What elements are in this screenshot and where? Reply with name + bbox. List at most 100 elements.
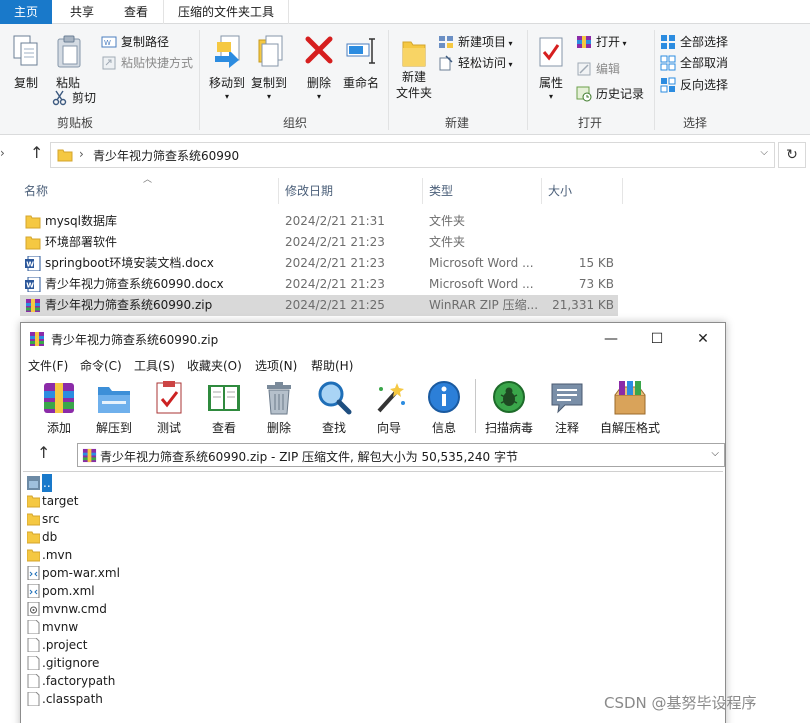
file-name: mysql数据库 [45,214,117,228]
forward-arrow-icon[interactable]: › [0,146,5,160]
file-name: springboot环境安装文档.docx [45,256,214,270]
file-row[interactable]: Wspringboot环境安装文档.docx 2024/2/21 21:23 Mic… [20,253,618,274]
parent-folder-icon [27,476,40,490]
copy-icon [13,35,38,66]
winrar-titlebar[interactable]: 青少年视力筛查系统60990.zip — ☐ ✕ [21,323,725,355]
address-input[interactable]: › 青少年视力筛查系统60990 ⌵ [50,142,775,168]
new-folder-label-1: 新建 [401,70,426,84]
winrar-path-bar: ↑ 青少年视力筛查系统60990.zip - ZIP 压缩文件, 解包大小为 5… [21,441,725,469]
close-button[interactable]: ✕ [681,323,725,355]
file-icon [27,692,40,706]
column-header-name[interactable]: 名称 [24,180,48,202]
file-date: 2024/2/21 21:23 [285,235,385,249]
archive-entry-name: pom.xml [42,584,95,598]
trash-icon [267,382,291,415]
archive-entry-name: .classpath [42,692,103,706]
xml-file-icon [27,566,40,580]
column-header-size[interactable]: 大小 [548,180,572,202]
archive-entry-name: .mvn [42,548,73,562]
column-divider[interactable] [278,178,279,204]
tool-view-label: 查看 [211,421,236,435]
extract-to-icon [98,387,130,413]
word-doc-icon: W [25,277,41,292]
select-all-button[interactable]: 全部选择 [660,32,728,52]
path-dropdown-icon[interactable]: ⌵ [711,448,719,459]
archive-entry-name: db [42,530,58,544]
minimize-icon: — [604,331,618,347]
tab-share[interactable]: 共享 [54,0,110,24]
history-button[interactable]: 历史记录 [576,84,644,104]
invert-selection-button[interactable]: 反向选择 [660,75,728,95]
file-row[interactable]: 青少年视力筛查系统60990.zip 2024/2/21 21:25 WinRAR … [20,295,618,316]
archive-entry-name: mvnw [42,620,79,634]
tab-view[interactable]: 查看 [110,0,162,24]
column-header-type[interactable]: 类型 [429,180,453,202]
up-arrow-icon[interactable]: ↑ [30,143,43,162]
easy-access-icon [439,55,453,71]
minimize-button[interactable]: — [589,323,633,355]
menu-options[interactable]: 选项(N) [255,357,297,374]
menu-commands[interactable]: 命令(C) [80,357,122,374]
column-divider[interactable] [422,178,423,204]
copy-to-button[interactable]: 复制到 ▾ [248,32,290,106]
refresh-button[interactable]: ↻ [778,142,806,168]
rename-label: 重命名 [342,76,379,90]
address-dropdown-icon[interactable]: ⌵ [760,147,768,158]
properties-check-icon [539,37,563,67]
column-header-date[interactable]: 修改日期 [285,180,333,202]
archive-entry-name: .. [42,474,52,492]
file-date: 2024/2/21 21:23 [285,256,385,270]
history-label: 历史记录 [596,87,645,101]
move-to-label: 移动到 [208,76,245,90]
cut-button[interactable]: 剪切 [52,88,96,108]
winrar-open-icon [577,36,591,48]
archive-entry-name: pom-war.xml [42,566,120,580]
new-item-button[interactable]: 新建项目 ▾ [438,32,513,52]
history-icon [576,86,592,102]
tool-wizard-label: 向导 [376,421,401,435]
select-none-icon [660,55,676,71]
menu-help[interactable]: 帮助(H) [311,357,353,374]
new-folder-button[interactable]: 新建 文件夹 [392,32,436,106]
tab-home[interactable]: 主页 [0,0,52,24]
archive-path-combobox[interactable]: 青少年视力筛查系统60990.zip - ZIP 压缩文件, 解包大小为 50,… [77,443,725,467]
select-all-label: 全部选择 [680,35,729,49]
menu-favorites[interactable]: 收藏夹(O) [187,357,242,374]
tab-compressed-folder-tools[interactable]: 压缩的文件夹工具 [163,0,289,24]
column-divider[interactable] [541,178,542,204]
copy-label: 复制 [13,76,38,90]
maximize-button[interactable]: ☐ [635,323,679,355]
file-row[interactable]: 环境部署软件 2024/2/21 21:23 文件夹 [20,232,618,253]
folder-icon [27,549,40,562]
cut-label: 剪切 [72,91,97,105]
file-type: Microsoft Word ... [429,256,534,270]
delete-button[interactable]: 删除 ▾ [300,32,338,106]
file-row[interactable]: mysql数据库 2024/2/21 21:31 文件夹 [20,211,618,232]
tool-info-label: 信息 [431,421,456,435]
copy-path-icon: W [101,36,117,48]
breadcrumb-current-folder[interactable]: 青少年视力筛查系统60990 [93,147,239,164]
easy-access-button[interactable]: 轻松访问 ▾ [438,53,513,73]
select-none-button[interactable]: 全部取消 [660,53,728,73]
copy-path-button[interactable]: W 复制路径 [101,32,169,52]
file-row[interactable]: W 青少年视力筛查系统60990.docx 2024/2/21 21:23 Micro… [20,274,618,295]
folder-icon [27,495,40,508]
edit-button[interactable]: 编辑 [576,59,620,79]
wizard-wand-icon [377,383,405,413]
info-icon [428,381,460,413]
copy-button[interactable]: 复制 [0,32,40,106]
refresh-icon: ↻ [786,147,798,163]
menu-file[interactable]: 文件(F) [28,357,68,374]
paste-shortcut-button[interactable]: 粘贴快捷方式 [101,53,193,73]
menu-tools[interactable]: 工具(S) [134,357,175,374]
new-folder-icon [402,41,426,67]
archive-up-arrow-icon[interactable]: ↑ [37,443,50,462]
archive-entry-name: .factorypath [42,674,116,688]
file-size: 73 KB [578,277,614,291]
open-button[interactable]: 打开 ▾ [576,32,627,52]
properties-button[interactable]: 属性 ▾ [532,32,570,106]
column-divider[interactable] [622,178,623,204]
rename-button[interactable]: 重命名 [340,32,382,106]
move-to-button[interactable]: 移动到 ▾ [206,32,248,106]
group-label-new: 新建 [444,116,469,130]
